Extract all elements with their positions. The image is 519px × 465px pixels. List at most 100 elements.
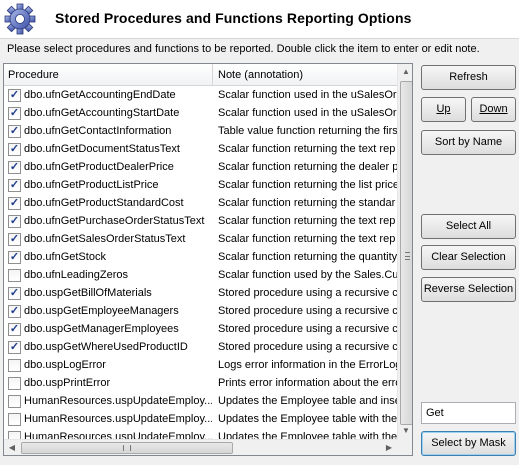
procedure-name: dbo.ufnGetAccountingStartDate: [24, 107, 180, 119]
procedure-name: dbo.ufnGetAccountingEndDate: [24, 89, 176, 101]
scroll-down-arrow-icon[interactable]: ▼: [398, 423, 412, 439]
column-header-procedure[interactable]: Procedure: [4, 64, 213, 86]
procedure-list[interactable]: Procedure Note (annotation) ✓ dbo.ufnGetA…: [3, 63, 413, 456]
procedure-name: dbo.uspGetEmployeeManagers: [24, 305, 179, 317]
list-rows: ✓ dbo.ufnGetAccountingEndDate Scalar funct…: [4, 86, 397, 446]
select-all-button[interactable]: Select All: [421, 214, 516, 239]
row-checkbox[interactable]: ✓: [8, 305, 21, 318]
row-checkbox[interactable]: [8, 377, 21, 390]
procedure-name: dbo.ufnGetContactInformation: [24, 125, 172, 137]
list-item[interactable]: ✓ dbo.ufnGetProductStandardCost Scalar fun…: [4, 194, 397, 212]
procedure-note[interactable]: Table value function returning the firs: [218, 122, 397, 140]
vertical-scrollbar[interactable]: ▲ ▼: [397, 64, 412, 439]
clear-selection-label: Clear Selection: [431, 251, 506, 263]
select-by-mask-button[interactable]: Select by Mask: [421, 431, 516, 456]
row-checkbox[interactable]: ✓: [8, 179, 21, 192]
list-item[interactable]: ✓ dbo.uspGetEmployeeManagers Stored proced…: [4, 302, 397, 320]
mask-input[interactable]: [421, 402, 516, 424]
row-checkbox[interactable]: ✓: [8, 197, 21, 210]
reverse-selection-button[interactable]: Reverse Selection: [421, 277, 516, 302]
list-item[interactable]: ✓ dbo.ufnGetProductListPrice Scalar functi…: [4, 176, 397, 194]
list-item[interactable]: ✓ dbo.uspGetManagerEmployees Stored proced…: [4, 320, 397, 338]
procedure-name: dbo.ufnGetProductDealerPrice: [24, 161, 174, 173]
horizontal-scrollbar[interactable]: ◀ ▶: [4, 439, 397, 455]
list-item[interactable]: ✓ dbo.ufnGetSalesOrderStatusText Scalar fu…: [4, 230, 397, 248]
list-item[interactable]: ✓ dbo.ufnGetStock Scalar function returnin…: [4, 248, 397, 266]
procedure-note[interactable]: Scalar function returning the standar: [218, 194, 397, 212]
row-checkbox[interactable]: ✓: [8, 107, 21, 120]
row-checkbox[interactable]: ✓: [8, 341, 21, 354]
list-item[interactable]: ✓ dbo.ufnGetDocumentStatusText Scalar func…: [4, 140, 397, 158]
clear-selection-button[interactable]: Clear Selection: [421, 245, 516, 270]
column-header: Procedure Note (annotation): [4, 64, 397, 86]
procedure-note[interactable]: Scalar function returning the quantity: [218, 248, 397, 266]
row-checkbox[interactable]: ✓: [8, 89, 21, 102]
row-checkbox[interactable]: ✓: [8, 143, 21, 156]
procedure-note[interactable]: Stored procedure using a recursive c: [218, 284, 397, 302]
procedure-note[interactable]: Stored procedure using a recursive c: [218, 320, 397, 338]
procedure-note[interactable]: Stored procedure using a recursive c: [218, 338, 397, 356]
dialog-title: Stored Procedures and Functions Reportin…: [55, 10, 412, 26]
procedure-name: dbo.ufnGetSalesOrderStatusText: [24, 233, 186, 245]
procedure-note[interactable]: Prints error information about the erro: [218, 374, 397, 392]
list-item[interactable]: ✓ dbo.uspGetBillOfMaterials Stored procedu…: [4, 284, 397, 302]
scroll-right-arrow-icon[interactable]: ▶: [381, 440, 397, 455]
list-item[interactable]: dbo.uspLogError Logs error information in…: [4, 356, 397, 374]
row-checkbox[interactable]: ✓: [8, 323, 21, 336]
list-item[interactable]: ✓ dbo.ufnGetContactInformation Table value…: [4, 122, 397, 140]
list-item[interactable]: ✓ dbo.ufnGetPurchaseOrderStatusText Scalar…: [4, 212, 397, 230]
list-item[interactable]: dbo.uspPrintError Prints error informatio…: [4, 374, 397, 392]
procedure-note[interactable]: Scalar function used by the Sales.Cu: [218, 266, 397, 284]
column-header-note[interactable]: Note (annotation): [214, 64, 397, 86]
scroll-corner: [397, 439, 412, 455]
list-item[interactable]: ✓ dbo.ufnGetProductDealerPrice Scalar func…: [4, 158, 397, 176]
gear-icon: [4, 3, 36, 35]
row-checkbox[interactable]: ✓: [8, 125, 21, 138]
row-checkbox[interactable]: ✓: [8, 161, 21, 174]
procedure-note[interactable]: Scalar function returning the text rep: [218, 212, 397, 230]
list-item[interactable]: ✓ dbo.ufnGetAccountingEndDate Scalar funct…: [4, 86, 397, 104]
row-checkbox[interactable]: ✓: [8, 215, 21, 228]
move-down-button[interactable]: Down: [471, 97, 516, 122]
move-up-button[interactable]: Up: [421, 97, 466, 122]
procedure-note[interactable]: Updates the Employee table and inse: [218, 392, 397, 410]
procedure-name: dbo.ufnGetProductStandardCost: [24, 197, 184, 209]
scroll-up-arrow-icon[interactable]: ▲: [398, 64, 412, 80]
procedure-name: dbo.uspGetBillOfMaterials: [24, 287, 152, 299]
procedure-name: dbo.uspGetWhereUsedProductID: [24, 341, 188, 353]
header-panel: Stored Procedures and Functions Reportin…: [0, 0, 519, 39]
procedure-note[interactable]: Scalar function returning the dealer p: [218, 158, 397, 176]
procedure-note[interactable]: Scalar function returning the list price: [218, 176, 397, 194]
row-checkbox[interactable]: ✓: [8, 233, 21, 246]
procedure-note[interactable]: Scalar function returning the text rep: [218, 230, 397, 248]
procedure-name: HumanResources.uspUpdateEmploy...: [24, 413, 212, 425]
row-checkbox[interactable]: [8, 413, 21, 426]
procedure-note[interactable]: Scalar function used in the uSalesOr: [218, 104, 397, 122]
row-checkbox[interactable]: ✓: [8, 287, 21, 300]
list-item[interactable]: dbo.ufnLeadingZeros Scalar function used …: [4, 266, 397, 284]
procedure-name: dbo.ufnGetStock: [24, 251, 106, 263]
procedure-name: HumanResources.uspUpdateEmploy...: [24, 395, 212, 407]
scroll-left-arrow-icon[interactable]: ◀: [4, 440, 20, 455]
list-item[interactable]: ✓ dbo.ufnGetAccountingStartDate Scalar fun…: [4, 104, 397, 122]
procedure-note[interactable]: Logs error information in the ErrorLog: [218, 356, 397, 374]
instruction-text: Please select procedures and functions t…: [7, 43, 480, 55]
list-item[interactable]: ✓ dbo.uspGetWhereUsedProductID Stored proc…: [4, 338, 397, 356]
sort-by-name-button[interactable]: Sort by Name: [421, 130, 516, 155]
list-item[interactable]: HumanResources.uspUpdateEmploy... Updates…: [4, 392, 397, 410]
vertical-scroll-thumb[interactable]: [400, 81, 412, 425]
procedure-note[interactable]: Scalar function returning the text rep: [218, 140, 397, 158]
procedure-note[interactable]: Updates the Employee table with the: [218, 410, 397, 428]
row-checkbox[interactable]: ✓: [8, 251, 21, 264]
row-checkbox[interactable]: [8, 359, 21, 372]
procedure-note[interactable]: Stored procedure using a recursive c: [218, 302, 397, 320]
list-item[interactable]: HumanResources.uspUpdateEmploy... Updates…: [4, 410, 397, 428]
row-checkbox[interactable]: [8, 395, 21, 408]
horizontal-scroll-thumb[interactable]: [21, 442, 233, 454]
procedure-note[interactable]: Scalar function used in the uSalesOr: [218, 86, 397, 104]
refresh-button[interactable]: Refresh: [421, 65, 516, 90]
row-checkbox[interactable]: [8, 269, 21, 282]
procedure-name: dbo.uspGetManagerEmployees: [24, 323, 179, 335]
procedure-name: dbo.ufnGetProductListPrice: [24, 179, 159, 191]
procedure-name: dbo.uspLogError: [24, 359, 106, 371]
